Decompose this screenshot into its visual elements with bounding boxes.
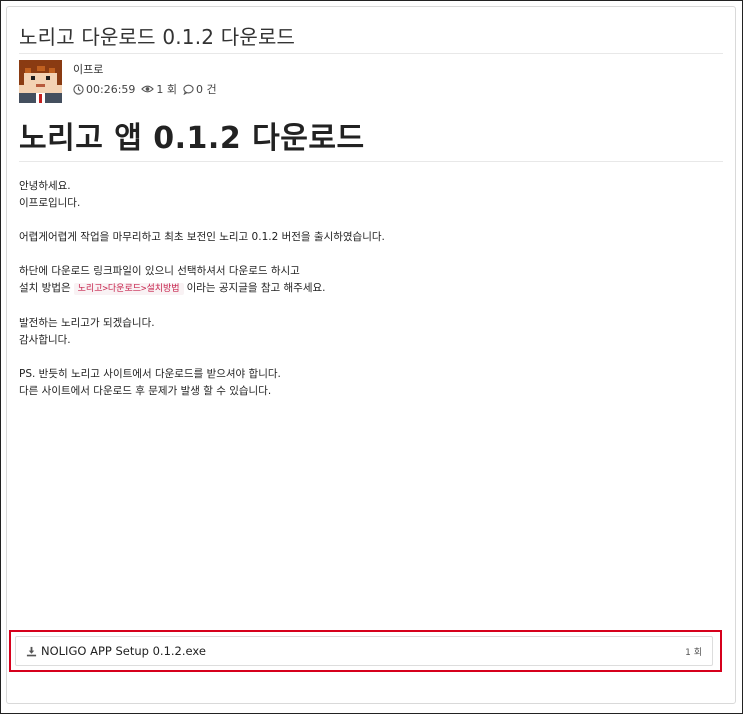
post-comments: 0 건 <box>183 81 217 97</box>
download-filename[interactable]: NOLIGO APP Setup 0.1.2.exe <box>41 644 206 658</box>
clock-icon <box>73 83 84 95</box>
post-views: 1 회 <box>141 81 177 97</box>
comments-value: 0 건 <box>196 83 217 96</box>
text-line: 이라는 공지글을 참고 해주세요. <box>186 282 326 294</box>
download-file[interactable]: NOLIGO APP Setup 0.1.2.exe <box>26 644 206 658</box>
post-time: 00:26:59 <box>73 83 135 96</box>
text-line: 감사합니다. <box>19 334 71 346</box>
text-line: 하단에 다운로드 링크파일이 있으니 선택하셔서 다운로드 하시고 <box>19 265 300 277</box>
download-link[interactable]: NOLIGO APP Setup 0.1.2.exe 1 회 <box>15 636 713 666</box>
post-body: 안녕하세요. 이프로입니다. 어렵게어렵게 작업을 마무리하고 최초 보전인 노… <box>19 178 385 400</box>
download-count: 1 회 <box>685 647 702 658</box>
post-meta: 00:26:59 1 회 0 건 <box>73 81 223 97</box>
post-heading: 노리고 앱 0.1.2 다운로드 <box>19 121 365 156</box>
text-line: 이프로입니다. <box>19 197 81 209</box>
time-value: 00:26:59 <box>86 82 136 96</box>
paragraph: 안녕하세요. 이프로입니다. <box>19 178 385 212</box>
text-line: 설치 방법은 <box>19 282 71 294</box>
text-line: 안녕하세요. <box>19 180 71 192</box>
paragraph: 하단에 다운로드 링크파일이 있으니 선택하셔서 다운로드 하시고 설치 방법은… <box>19 263 385 298</box>
author-name[interactable]: 이프로 <box>73 61 103 77</box>
paragraph: 발전하는 노리고가 되겠습니다. 감사합니다. <box>19 315 385 349</box>
divider <box>19 53 723 54</box>
views-value: 1 회 <box>156 83 178 96</box>
page-title: 노리고 다운로드 0.1.2 다운로드 <box>19 25 296 49</box>
download-icon <box>26 646 37 656</box>
text-line: PS. 반듯히 노리고 사이트에서 다운로드를 받으셔야 합니다. <box>19 368 281 380</box>
avatar-image <box>19 60 62 103</box>
install-guide-code: 노리고>다운로드>설치방법 <box>73 283 184 295</box>
avatar[interactable] <box>19 60 62 103</box>
text-line: 다른 사이트에서 다운로드 후 문제가 발생 할 수 있습니다. <box>19 385 272 397</box>
text-line: 발전하는 노리고가 되겠습니다. <box>19 317 155 329</box>
paragraph: PS. 반듯히 노리고 사이트에서 다운로드를 받으셔야 합니다. 다른 사이트… <box>19 366 385 400</box>
post-card: 노리고 다운로드 0.1.2 다운로드 이프로 00:26:59 1 회 0 건… <box>6 6 736 704</box>
divider <box>19 161 723 162</box>
comment-icon <box>183 84 194 95</box>
text-line: 어렵게어렵게 작업을 마무리하고 최초 보전인 노리고 0.1.2 버전을 출시… <box>19 231 385 243</box>
eye-icon <box>141 85 155 93</box>
paragraph: 어렵게어렵게 작업을 마무리하고 최초 보전인 노리고 0.1.2 버전을 출시… <box>19 229 385 246</box>
